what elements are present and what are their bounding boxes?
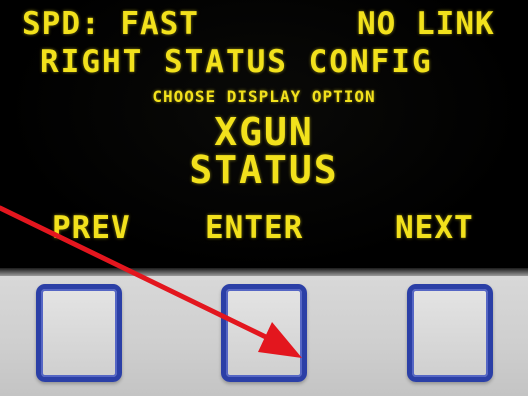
selected-option-line2: STATUS	[189, 148, 339, 192]
softkey-label-enter: ENTER	[205, 210, 304, 246]
menu-hint: CHOOSE DISPLAY OPTION	[152, 87, 376, 106]
device-front-panel: SPD: FAST NO LINK RIGHT STATUS CONFIG CH…	[0, 0, 528, 396]
oled-display: SPD: FAST NO LINK RIGHT STATUS CONFIG CH…	[0, 0, 528, 272]
next-button[interactable]	[407, 284, 493, 382]
softkey-label-next: NEXT	[395, 210, 474, 246]
enter-button[interactable]	[221, 284, 307, 382]
link-status: NO LINK	[357, 6, 495, 42]
softkey-label-prev: PREV	[52, 210, 131, 246]
speed-status: SPD: FAST	[22, 6, 199, 42]
button-panel	[0, 276, 528, 396]
menu-title: RIGHT STATUS CONFIG	[40, 44, 433, 80]
prev-button[interactable]	[36, 284, 122, 382]
